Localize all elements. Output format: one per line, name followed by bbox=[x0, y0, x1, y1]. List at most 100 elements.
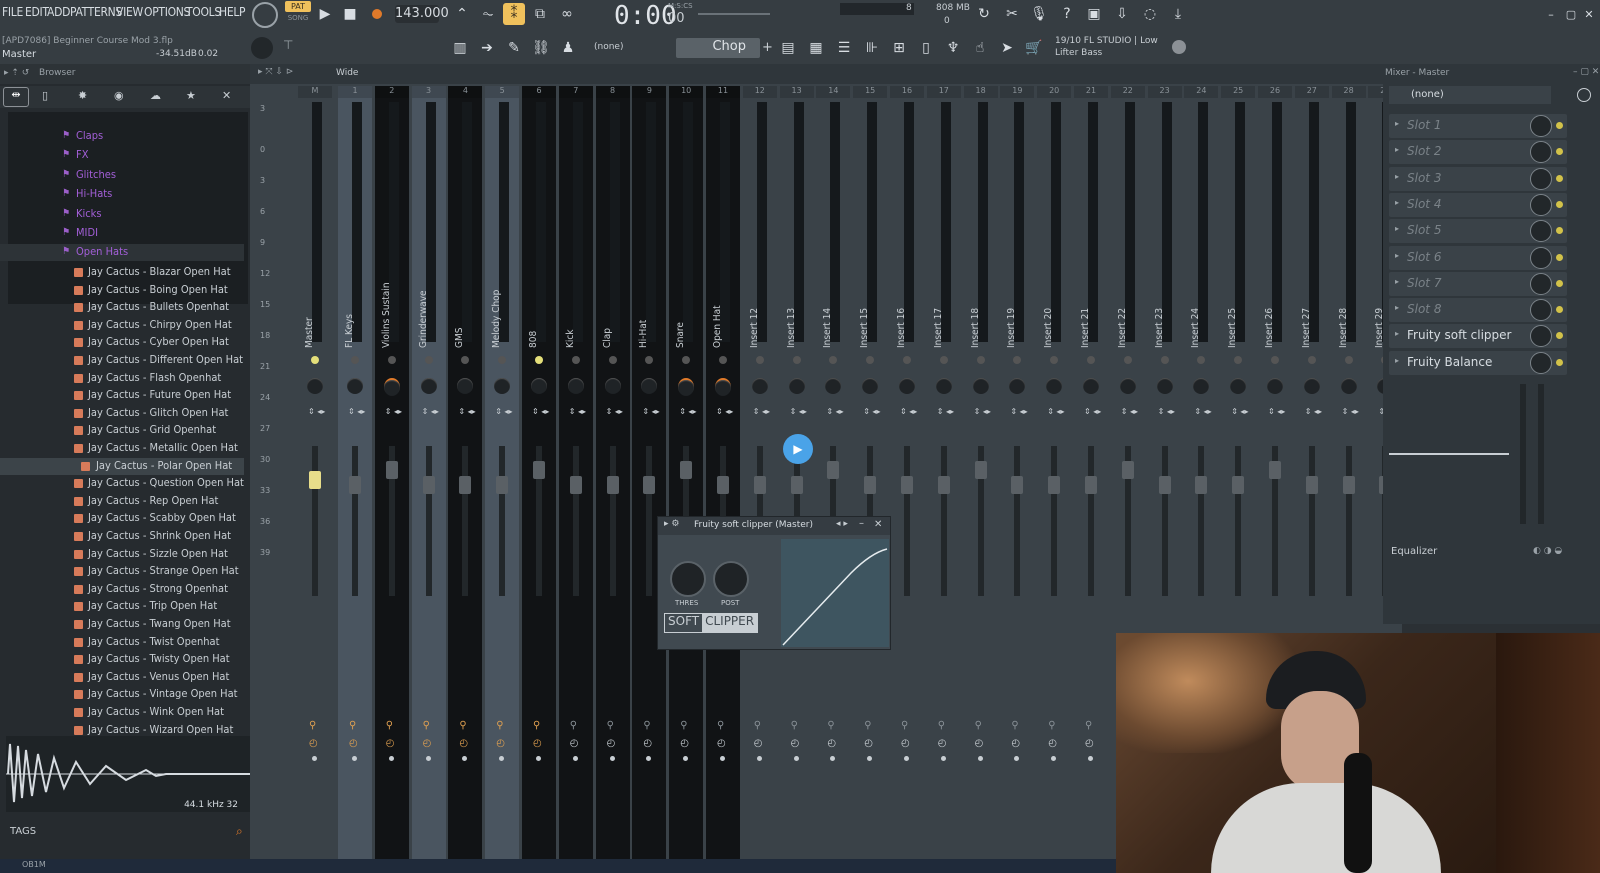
mixer-strip[interactable]: 20 Insert 20 ⇕ ◂▸ ⚲ ◴ bbox=[1037, 86, 1072, 859]
pan-knob[interactable] bbox=[457, 378, 474, 394]
file-item[interactable]: Jay Cactus - Twisty Open Hat bbox=[0, 651, 244, 668]
enable-led[interactable] bbox=[461, 356, 470, 364]
pan-knob[interactable] bbox=[1119, 378, 1136, 394]
route-arrow-icon[interactable]: ⇕ ◂▸ bbox=[1305, 406, 1322, 418]
fader-handle[interactable] bbox=[349, 476, 361, 494]
master-pitch-slider[interactable] bbox=[698, 13, 770, 15]
pan-knob[interactable] bbox=[531, 378, 547, 394]
route-arrow-icon[interactable]: ⇕ ◂▸ bbox=[1194, 406, 1211, 418]
slot-mix-knob[interactable] bbox=[1530, 115, 1552, 137]
slot-arrow-icon[interactable]: ▸ bbox=[1395, 329, 1399, 338]
menu-options[interactable]: OPTIONS bbox=[144, 5, 190, 19]
fader-handle[interactable] bbox=[1232, 476, 1245, 494]
fx-switch-icon[interactable]: ◴ bbox=[533, 738, 542, 749]
send-icon[interactable]: ⚲ bbox=[643, 720, 650, 731]
stamp-icon[interactable]: ♟ bbox=[557, 37, 579, 59]
record-arm-dot[interactable] bbox=[499, 756, 505, 761]
enable-led[interactable] bbox=[903, 356, 911, 364]
file-item[interactable]: Jay Cactus - Question Open Hat bbox=[0, 475, 244, 492]
enable-led[interactable] bbox=[1344, 356, 1353, 364]
news-line1[interactable]: 19/10 FL STUDIO | Low bbox=[1055, 36, 1158, 46]
record-arm-dot[interactable] bbox=[646, 756, 652, 761]
pan-knob[interactable] bbox=[899, 378, 915, 394]
pan-knob[interactable] bbox=[1267, 378, 1283, 394]
fader-handle[interactable] bbox=[1342, 476, 1355, 494]
send-icon[interactable]: ⚲ bbox=[975, 720, 982, 731]
plugin-titlebar[interactable]: ▸ ⚙ Fruity soft clipper (Master) ◂ ▸ – ✕ bbox=[658, 517, 890, 535]
record-icon[interactable] bbox=[366, 3, 388, 25]
route-arrow-icon[interactable]: ⇕ ◂▸ bbox=[532, 406, 549, 418]
send-icon[interactable]: ⚲ bbox=[459, 720, 466, 731]
slot-arrow-icon[interactable]: ▸ bbox=[1395, 277, 1399, 286]
enable-led[interactable] bbox=[645, 356, 654, 364]
volume-fader[interactable] bbox=[1235, 446, 1242, 596]
download-icon[interactable]: ⤓ bbox=[1167, 3, 1189, 25]
slot-arrow-icon[interactable]: ▸ bbox=[1395, 119, 1399, 128]
send-icon[interactable]: ⚲ bbox=[791, 720, 798, 731]
pan-knob[interactable] bbox=[420, 378, 437, 394]
pan-knob[interactable] bbox=[1156, 378, 1173, 394]
slot-enable-icon[interactable] bbox=[1556, 279, 1563, 287]
pattern-none-label[interactable]: (none) bbox=[594, 42, 623, 52]
route-arrow-icon[interactable]: ⇕ ◂▸ bbox=[422, 406, 439, 418]
file-item[interactable]: Jay Cactus - Glitch Open Hat bbox=[0, 405, 244, 422]
strip-name[interactable]: Insert 20 bbox=[1043, 308, 1054, 348]
strip-name[interactable]: Melody Chop bbox=[491, 290, 502, 348]
pan-knob[interactable] bbox=[788, 378, 805, 394]
volume-fader[interactable] bbox=[572, 446, 579, 596]
route-arrow-icon[interactable]: ⇕ ◂▸ bbox=[790, 406, 807, 418]
performance-icon[interactable]: ➤ bbox=[996, 37, 1018, 59]
enable-led[interactable] bbox=[1160, 356, 1169, 364]
strip-name[interactable]: Insert 13 bbox=[786, 308, 797, 348]
fader-handle[interactable] bbox=[1305, 476, 1318, 494]
slot-enable-icon[interactable] bbox=[1556, 253, 1563, 261]
sample-preview[interactable]: 44.1 kHz 32 bbox=[6, 736, 250, 812]
enable-led[interactable] bbox=[311, 356, 319, 364]
strip-name[interactable]: Insert 18 bbox=[970, 308, 981, 348]
mixer-strip[interactable]: 14 Insert 14 ⇕ ◂▸ ⚲ ◴ bbox=[816, 86, 851, 859]
send-icon[interactable]: ⚲ bbox=[570, 720, 577, 731]
enable-led[interactable] bbox=[1234, 356, 1243, 364]
volume-fader[interactable] bbox=[1345, 446, 1352, 596]
send-icon[interactable]: ⚲ bbox=[827, 720, 834, 731]
route-arrow-icon[interactable]: ⇕ ◂▸ bbox=[569, 406, 586, 418]
volume-fader[interactable] bbox=[609, 446, 616, 596]
enable-led[interactable] bbox=[1013, 356, 1022, 364]
mixer-icon[interactable]: ⊪ bbox=[861, 37, 883, 59]
slot-enable-icon[interactable] bbox=[1556, 200, 1563, 208]
send-level[interactable] bbox=[1389, 453, 1509, 455]
record-arm-dot[interactable] bbox=[425, 756, 431, 761]
pan-knob[interactable] bbox=[494, 378, 511, 394]
record-arm-dot[interactable] bbox=[536, 756, 541, 761]
enable-led[interactable] bbox=[755, 356, 764, 364]
folder-item[interactable]: ⚑ Hi-Hats bbox=[0, 186, 244, 203]
cloud-icon[interactable]: ☁ bbox=[150, 89, 161, 102]
pan-knob[interactable] bbox=[1083, 378, 1099, 394]
strip-name[interactable]: Clap bbox=[602, 328, 613, 348]
fx-switch-icon[interactable]: ◴ bbox=[570, 738, 579, 749]
slot-arrow-icon[interactable]: ▸ bbox=[1395, 198, 1399, 207]
fader-handle[interactable] bbox=[309, 471, 321, 489]
volume-fader[interactable] bbox=[499, 446, 506, 596]
strip-name[interactable]: Insert 22 bbox=[1117, 308, 1128, 348]
strip-name[interactable]: Insert 15 bbox=[859, 308, 870, 348]
close-browser-icon[interactable]: ✕ bbox=[222, 89, 231, 102]
fx-switch-icon[interactable]: ◴ bbox=[309, 738, 318, 749]
arrow-icon[interactable]: ➔ bbox=[476, 37, 498, 59]
pan-knob[interactable] bbox=[307, 378, 323, 394]
menu-patterns[interactable]: PATTERNS bbox=[70, 5, 122, 19]
fader-handle[interactable] bbox=[901, 476, 913, 494]
piano-icon[interactable]: ▥ bbox=[449, 37, 471, 59]
panel-fader-left[interactable] bbox=[1520, 384, 1526, 524]
fx-switch-icon[interactable]: ◴ bbox=[423, 738, 432, 749]
playback-clock-icon[interactable] bbox=[252, 2, 278, 28]
mixer-strip[interactable]: 10 Snare ⇕ ◂▸ ⚲ ◴ bbox=[669, 86, 704, 859]
route-arrow-icon[interactable]: ⇕ ◂▸ bbox=[1084, 406, 1101, 418]
record-arm-dot[interactable] bbox=[572, 756, 578, 761]
fader-handle[interactable] bbox=[1269, 461, 1281, 479]
slot-arrow-icon[interactable]: ▸ bbox=[1395, 224, 1399, 233]
mixer-strip[interactable]: 6 808 ⇕ ◂▸ ⚲ ◴ bbox=[522, 86, 556, 859]
volume-fader[interactable] bbox=[646, 446, 653, 596]
pan-knob[interactable] bbox=[935, 378, 952, 394]
mixer-strip[interactable]: 3 Grinderwave ⇕ ◂▸ ⚲ ◴ bbox=[411, 86, 446, 859]
